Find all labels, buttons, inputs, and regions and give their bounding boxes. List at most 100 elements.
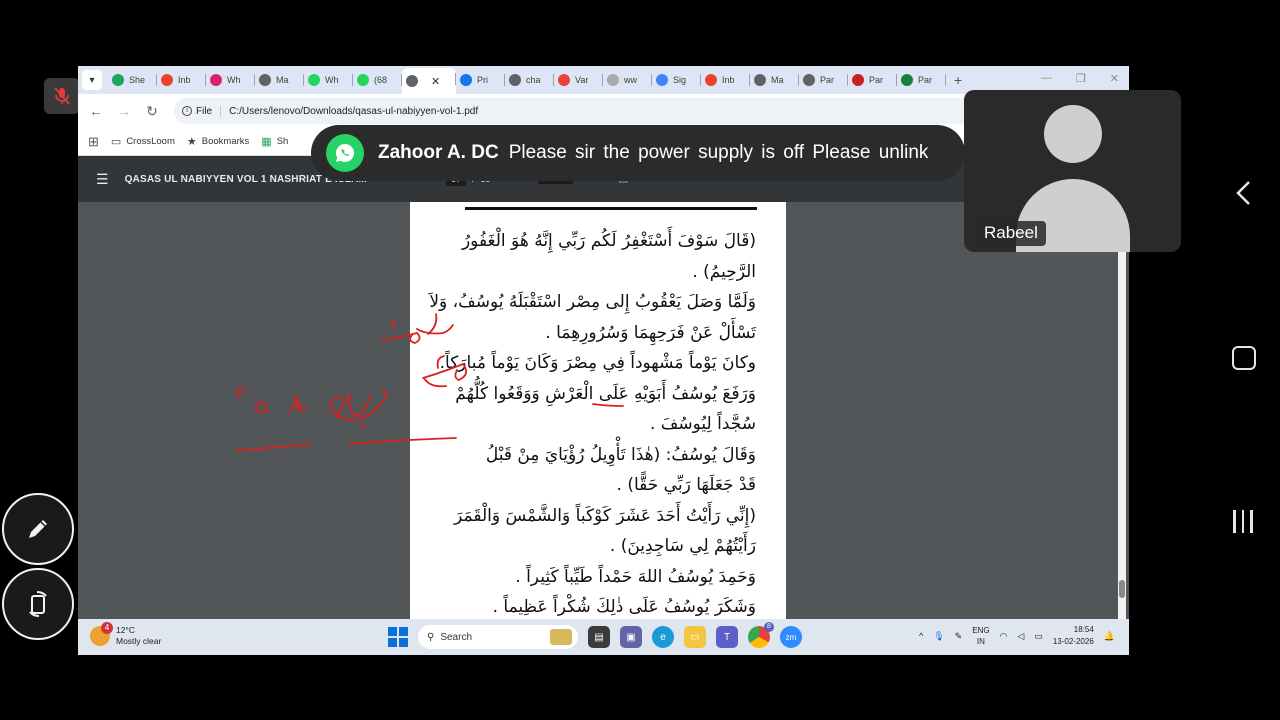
omnibox[interactable]: i File C:/Users/lenovo/Downloads/qasas-u… xyxy=(174,98,974,124)
browser-tab[interactable]: Wh xyxy=(304,69,353,91)
browser-tab[interactable]: Wh xyxy=(206,69,255,91)
text-line: (قَالَ سَوْفَ أَسْتَغْفِرُ لَكُم رَبِّي … xyxy=(461,231,756,251)
pdf-scrollbar[interactable] xyxy=(1118,202,1126,619)
teams-chat-icon[interactable]: ▣ xyxy=(620,626,642,648)
minimize-button[interactable]: — xyxy=(1041,72,1052,85)
browser-tab[interactable]: Inb xyxy=(701,69,750,91)
bookmark-list: ▭ CrossLoom ★ Bookmarks ▦ Sh xyxy=(99,135,288,148)
pdf-viewer[interactable]: (قَالَ سَوْفَ أَسْتَغْفِرُ لَكُم رَبِّي … xyxy=(78,202,1129,619)
android-recents-button[interactable] xyxy=(1233,510,1253,533)
bookmark-item[interactable]: ▭ CrossLoom xyxy=(111,135,175,148)
page-top-rule xyxy=(465,207,757,210)
weather-icon: 4 xyxy=(90,622,113,646)
volume-icon[interactable]: ◁ xyxy=(1017,631,1024,642)
apps-grid-icon[interactable]: ⊞ xyxy=(88,134,99,150)
search-highlight-image xyxy=(550,629,572,645)
browser-tab[interactable]: ✕ xyxy=(402,68,456,94)
start-button[interactable] xyxy=(388,627,408,647)
browser-tab[interactable]: Par xyxy=(799,69,848,91)
new-tab-button[interactable]: + xyxy=(954,72,962,88)
tab-favicon-icon xyxy=(210,74,222,86)
tab-label: Par xyxy=(869,75,884,85)
tab-label: (68 xyxy=(374,75,388,85)
pen-icon[interactable]: ✎ xyxy=(955,631,963,642)
mic-muted-icon[interactable] xyxy=(44,78,80,114)
tab-favicon-icon xyxy=(509,74,521,86)
browser-tab[interactable]: Par xyxy=(848,69,897,91)
language-indicator[interactable]: ENG IN xyxy=(972,625,989,647)
tab-favicon-icon xyxy=(607,74,619,86)
rotate-device-icon xyxy=(29,591,47,617)
browser-tab[interactable]: Var xyxy=(554,69,603,91)
browser-tab[interactable]: She xyxy=(108,69,157,91)
task-view-icon[interactable]: ▤ xyxy=(588,626,610,648)
text-line: سُجَّداً لِيُوسُفَ . xyxy=(649,414,756,434)
battery-icon[interactable]: ▭ xyxy=(1034,631,1043,642)
browser-tab[interactable]: Par xyxy=(897,69,946,91)
file-explorer-icon[interactable]: ▭ xyxy=(684,626,706,648)
info-icon: i xyxy=(182,106,192,116)
tab-close-button[interactable]: ✕ xyxy=(431,75,440,88)
browser-tab[interactable]: Ma xyxy=(255,69,304,91)
window-controls: — ❐ ✕ xyxy=(1041,72,1119,85)
close-window-button[interactable]: ✕ xyxy=(1110,72,1119,85)
bookmark-item[interactable]: ▦ Sh xyxy=(261,135,288,148)
microphone-icon[interactable]: 🎙 xyxy=(933,631,944,642)
text-line: الرَّحِيمُ) . xyxy=(692,261,756,282)
site-info-chip[interactable]: i File xyxy=(182,105,222,117)
text-line: وَحَمِدَ يُوسُفُ اللهَ حَمْداً طَيِّباً … xyxy=(515,566,756,587)
device-screen: ▾ She Inb Wh Ma Wh (68 ✕ Pri cha Var ww Sig Inb Ma Par… xyxy=(0,0,1280,720)
tab-favicon-icon xyxy=(656,74,668,86)
pdf-scroll-thumb[interactable] xyxy=(1119,580,1125,598)
browser-tab[interactable]: Ma xyxy=(750,69,799,91)
wifi-icon[interactable]: ◠ xyxy=(1000,631,1008,642)
tab-favicon-icon xyxy=(460,74,472,86)
url-text[interactable]: C:/Users/lenovo/Downloads/qasas-ul-nabiy… xyxy=(229,106,478,117)
edge-icon[interactable]: e xyxy=(652,626,674,648)
bookmark-item[interactable]: ★ Bookmarks xyxy=(187,135,249,148)
reload-button[interactable]: ↻ xyxy=(138,103,166,120)
clock[interactable]: 18:54 13-02-2026 xyxy=(1053,624,1094,648)
text-line: وَشَكَرَ يُوسُفُ عَلَى ذٰلِكَ شُكْراً عَ… xyxy=(492,597,756,617)
maximize-button[interactable]: ❐ xyxy=(1076,72,1086,85)
android-home-button[interactable] xyxy=(1232,346,1256,370)
back-button[interactable]: ← xyxy=(82,103,110,119)
show-hidden-icons[interactable]: ^ xyxy=(919,631,923,641)
browser-tab[interactable]: (68 xyxy=(353,69,402,91)
teams-icon[interactable]: T xyxy=(716,626,738,648)
chrome-icon[interactable]: 8 xyxy=(748,622,774,648)
browser-tab[interactable]: cha xyxy=(505,69,554,91)
participant-tile[interactable]: Rabeel xyxy=(964,90,1181,252)
rotate-screen-button[interactable] xyxy=(2,568,74,640)
weather-temp: 12°C xyxy=(116,625,135,635)
tab-favicon-icon xyxy=(406,75,418,87)
weather-widget[interactable]: 4 12°C Mostly clear xyxy=(90,622,161,647)
notification-sender: Zahoor A. DC xyxy=(378,142,499,163)
pencil-icon xyxy=(29,520,47,538)
browser-tab[interactable]: Sig xyxy=(652,69,701,91)
text-line: وَقَالَ يُوسُفُ: (هٰذَا تَأْوِيلُ رُؤْيَ… xyxy=(485,444,756,465)
browser-tab[interactable]: Pri xyxy=(456,69,505,91)
tab-label: Ma xyxy=(276,75,289,85)
zoom-app-icon[interactable]: zm xyxy=(780,626,802,648)
tab-label: Var xyxy=(575,75,589,85)
tab-label: Par xyxy=(918,75,933,85)
arabic-text: (قَالَ سَوْفَ أَسْتَغْفِرُ لَكُم رَبِّي … xyxy=(429,226,756,623)
android-back-button[interactable] xyxy=(1234,180,1254,211)
taskbar-search[interactable]: ⚲ Search xyxy=(418,625,578,649)
tab-favicon-icon xyxy=(558,74,570,86)
text-line: وكانَ يَوْماً مَشْهوداً فِي مِصْرَ وَكَا… xyxy=(439,353,756,373)
browser-tab[interactable]: Inb xyxy=(157,69,206,91)
tab-favicon-icon xyxy=(308,74,320,86)
browser-tab[interactable]: ww xyxy=(603,69,652,91)
tab-favicon-icon xyxy=(852,74,864,86)
tab-search-dropdown[interactable]: ▾ xyxy=(82,70,102,90)
whatsapp-notification[interactable]: Zahoor A. DC Please sir the power supply… xyxy=(311,125,965,181)
taskbar-apps: ⚲ Search ▤ ▣ e ▭ T 8 zm xyxy=(388,622,802,649)
notification-bell-icon[interactable]: 🔔 xyxy=(1104,631,1115,642)
menu-icon[interactable]: ☰ xyxy=(96,171,109,188)
annotate-button[interactable] xyxy=(2,493,74,565)
text-line: رَأَيْتُهُمْ لِي سَاجِدِينَ) . xyxy=(609,536,756,556)
forward-button[interactable]: → xyxy=(110,103,138,119)
tab-favicon-icon xyxy=(901,74,913,86)
